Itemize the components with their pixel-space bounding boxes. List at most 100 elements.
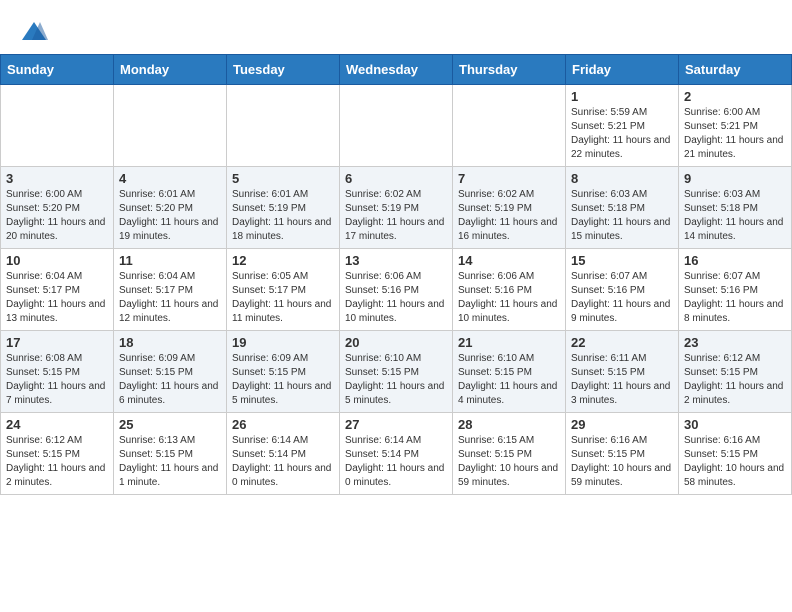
- calendar-day-cell: 12 Sunrise: 6:05 AMSunset: 5:17 PMDayligh…: [227, 249, 340, 331]
- calendar-day-cell: 25 Sunrise: 6:13 AMSunset: 5:15 PMDayligh…: [114, 413, 227, 495]
- day-number: 22: [571, 335, 673, 350]
- day-number: 10: [6, 253, 108, 268]
- calendar-day-cell: [114, 85, 227, 167]
- calendar-day-cell: 17 Sunrise: 6:08 AMSunset: 5:15 PMDayligh…: [1, 331, 114, 413]
- day-info: Sunrise: 6:08 AMSunset: 5:15 PMDaylight:…: [6, 352, 108, 408]
- day-info: Sunrise: 6:15 AMSunset: 5:15 PMDaylight:…: [458, 434, 560, 490]
- calendar-week-row: 17 Sunrise: 6:08 AMSunset: 5:15 PMDayligh…: [1, 331, 792, 413]
- day-info: Sunrise: 6:11 AMSunset: 5:15 PMDaylight:…: [571, 352, 673, 408]
- day-number: 21: [458, 335, 560, 350]
- day-info: Sunrise: 6:00 AMSunset: 5:21 PMDaylight:…: [684, 106, 786, 162]
- page-header: [0, 0, 792, 54]
- day-number: 27: [345, 417, 447, 432]
- calendar-day-cell: 26 Sunrise: 6:14 AMSunset: 5:14 PMDayligh…: [227, 413, 340, 495]
- day-number: 7: [458, 171, 560, 186]
- day-number: 14: [458, 253, 560, 268]
- day-info: Sunrise: 6:07 AMSunset: 5:16 PMDaylight:…: [684, 270, 786, 326]
- calendar-day-cell: 30 Sunrise: 6:16 AMSunset: 5:15 PMDayligh…: [679, 413, 792, 495]
- day-info: Sunrise: 6:09 AMSunset: 5:15 PMDaylight:…: [232, 352, 334, 408]
- calendar-day-cell: 18 Sunrise: 6:09 AMSunset: 5:15 PMDayligh…: [114, 331, 227, 413]
- calendar-day-cell: 27Sunrise: 6:14 AMSunset: 5:14 PMDayligh…: [340, 413, 453, 495]
- day-number: 1: [571, 89, 673, 104]
- logo-icon: [20, 18, 48, 46]
- day-info: Sunrise: 6:04 AMSunset: 5:17 PMDaylight:…: [119, 270, 221, 326]
- calendar-day-cell: 9Sunrise: 6:03 AMSunset: 5:18 PMDaylight…: [679, 167, 792, 249]
- day-number: 2: [684, 89, 786, 104]
- day-info: Sunrise: 6:06 AMSunset: 5:16 PMDaylight:…: [458, 270, 560, 326]
- day-of-week-header: Monday: [114, 55, 227, 85]
- day-number: 29: [571, 417, 673, 432]
- calendar-week-row: 10 Sunrise: 6:04 AMSunset: 5:17 PMDayligh…: [1, 249, 792, 331]
- day-info: Sunrise: 6:02 AMSunset: 5:19 PMDaylight:…: [345, 188, 447, 244]
- day-info: Sunrise: 6:01 AMSunset: 5:19 PMDaylight:…: [232, 188, 334, 244]
- calendar-table: SundayMondayTuesdayWednesdayThursdayFrid…: [0, 54, 792, 495]
- day-info: Sunrise: 6:03 AMSunset: 5:18 PMDaylight:…: [571, 188, 673, 244]
- day-info: Sunrise: 6:10 AMSunset: 5:15 PMDaylight:…: [345, 352, 447, 408]
- day-number: 8: [571, 171, 673, 186]
- day-info: Sunrise: 6:06 AMSunset: 5:16 PMDaylight:…: [345, 270, 447, 326]
- calendar-day-cell: 6 Sunrise: 6:02 AMSunset: 5:19 PMDaylight…: [340, 167, 453, 249]
- calendar-day-cell: 23 Sunrise: 6:12 AMSunset: 5:15 PMDayligh…: [679, 331, 792, 413]
- day-number: 16: [684, 253, 786, 268]
- calendar-day-cell: 28 Sunrise: 6:15 AMSunset: 5:15 PMDayligh…: [453, 413, 566, 495]
- day-of-week-header: Wednesday: [340, 55, 453, 85]
- day-info: Sunrise: 6:12 AMSunset: 5:15 PMDaylight:…: [6, 434, 108, 490]
- calendar-day-cell: [1, 85, 114, 167]
- calendar-week-row: 24 Sunrise: 6:12 AMSunset: 5:15 PMDayligh…: [1, 413, 792, 495]
- day-number: 9: [684, 171, 786, 186]
- day-number: 24: [6, 417, 108, 432]
- calendar-day-cell: [227, 85, 340, 167]
- calendar-day-cell: 4Sunrise: 6:01 AMSunset: 5:20 PMDaylight…: [114, 167, 227, 249]
- calendar-day-cell: 2 Sunrise: 6:00 AMSunset: 5:21 PMDaylight…: [679, 85, 792, 167]
- day-info: Sunrise: 6:16 AMSunset: 5:15 PMDaylight:…: [571, 434, 673, 490]
- calendar-day-cell: 1 Sunrise: 5:59 AMSunset: 5:21 PMDaylight…: [566, 85, 679, 167]
- calendar-day-cell: 16 Sunrise: 6:07 AMSunset: 5:16 PMDayligh…: [679, 249, 792, 331]
- day-number: 5: [232, 171, 334, 186]
- day-number: 25: [119, 417, 221, 432]
- day-info: Sunrise: 6:04 AMSunset: 5:17 PMDaylight:…: [6, 270, 108, 326]
- day-info: Sunrise: 6:02 AMSunset: 5:19 PMDaylight:…: [458, 188, 560, 244]
- day-number: 20: [345, 335, 447, 350]
- day-info: Sunrise: 6:01 AMSunset: 5:20 PMDaylight:…: [119, 188, 221, 244]
- day-info: Sunrise: 6:05 AMSunset: 5:17 PMDaylight:…: [232, 270, 334, 326]
- calendar-day-cell: 8 Sunrise: 6:03 AMSunset: 5:18 PMDaylight…: [566, 167, 679, 249]
- calendar-day-cell: 22 Sunrise: 6:11 AMSunset: 5:15 PMDayligh…: [566, 331, 679, 413]
- day-info: Sunrise: 6:14 AMSunset: 5:14 PMDaylight:…: [232, 434, 334, 490]
- day-of-week-header: Thursday: [453, 55, 566, 85]
- calendar-day-cell: 29 Sunrise: 6:16 AMSunset: 5:15 PMDayligh…: [566, 413, 679, 495]
- day-number: 26: [232, 417, 334, 432]
- calendar-day-cell: 15Sunrise: 6:07 AMSunset: 5:16 PMDayligh…: [566, 249, 679, 331]
- day-number: 6: [345, 171, 447, 186]
- day-number: 23: [684, 335, 786, 350]
- day-number: 13: [345, 253, 447, 268]
- calendar-day-cell: 3Sunrise: 6:00 AMSunset: 5:20 PMDaylight…: [1, 167, 114, 249]
- day-number: 12: [232, 253, 334, 268]
- logo: [20, 18, 52, 46]
- calendar-week-row: 3Sunrise: 6:00 AMSunset: 5:20 PMDaylight…: [1, 167, 792, 249]
- calendar-day-cell: 5 Sunrise: 6:01 AMSunset: 5:19 PMDaylight…: [227, 167, 340, 249]
- day-number: 17: [6, 335, 108, 350]
- day-info: Sunrise: 6:16 AMSunset: 5:15 PMDaylight:…: [684, 434, 786, 490]
- calendar-header-row: SundayMondayTuesdayWednesdayThursdayFrid…: [1, 55, 792, 85]
- day-number: 30: [684, 417, 786, 432]
- day-number: 18: [119, 335, 221, 350]
- day-info: Sunrise: 6:09 AMSunset: 5:15 PMDaylight:…: [119, 352, 221, 408]
- calendar-day-cell: 19 Sunrise: 6:09 AMSunset: 5:15 PMDayligh…: [227, 331, 340, 413]
- day-number: 28: [458, 417, 560, 432]
- day-info: Sunrise: 6:12 AMSunset: 5:15 PMDaylight:…: [684, 352, 786, 408]
- calendar-day-cell: [340, 85, 453, 167]
- day-number: 19: [232, 335, 334, 350]
- calendar-day-cell: 21Sunrise: 6:10 AMSunset: 5:15 PMDayligh…: [453, 331, 566, 413]
- calendar-day-cell: [453, 85, 566, 167]
- calendar-day-cell: 24 Sunrise: 6:12 AMSunset: 5:15 PMDayligh…: [1, 413, 114, 495]
- day-info: Sunrise: 6:07 AMSunset: 5:16 PMDaylight:…: [571, 270, 673, 326]
- calendar-day-cell: 20 Sunrise: 6:10 AMSunset: 5:15 PMDayligh…: [340, 331, 453, 413]
- calendar-day-cell: 7 Sunrise: 6:02 AMSunset: 5:19 PMDaylight…: [453, 167, 566, 249]
- day-info: Sunrise: 5:59 AMSunset: 5:21 PMDaylight:…: [571, 106, 673, 162]
- calendar-day-cell: 11 Sunrise: 6:04 AMSunset: 5:17 PMDayligh…: [114, 249, 227, 331]
- day-of-week-header: Saturday: [679, 55, 792, 85]
- day-info: Sunrise: 6:13 AMSunset: 5:15 PMDaylight:…: [119, 434, 221, 490]
- day-number: 11: [119, 253, 221, 268]
- day-of-week-header: Sunday: [1, 55, 114, 85]
- day-number: 3: [6, 171, 108, 186]
